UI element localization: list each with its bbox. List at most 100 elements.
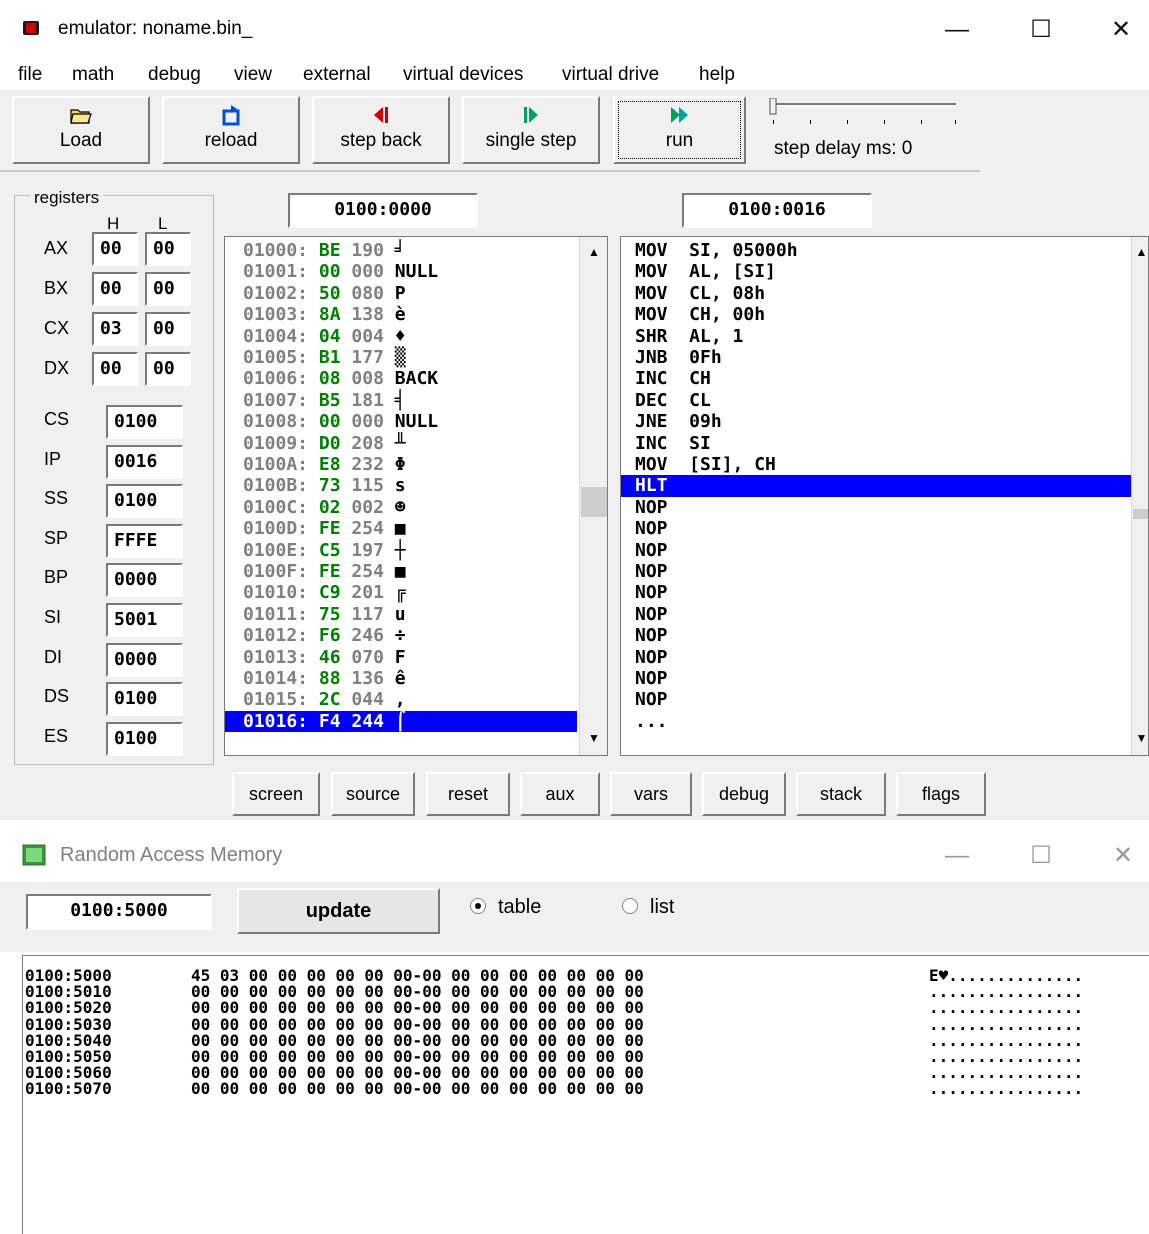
single-step-button[interactable]: single step (462, 96, 600, 164)
menu-view[interactable]: view (234, 64, 272, 86)
disassembly-scrollbar[interactable]: ▲ ▼ (1131, 237, 1148, 755)
register-ax-low[interactable]: 00 (145, 232, 191, 266)
disassembly-row[interactable]: JNB 0Fh (621, 347, 1131, 368)
memory-row[interactable]: 0100C: 02 002 ☻ (225, 497, 577, 518)
disassembly-row[interactable]: NOP (621, 668, 1131, 689)
memory-row[interactable]: 01008: 00 000 NULL (225, 411, 577, 432)
menu-file[interactable]: file (18, 64, 42, 86)
reload-button[interactable]: reload (162, 96, 300, 164)
table-radio[interactable]: table (470, 896, 541, 919)
menu-debug[interactable]: debug (148, 64, 201, 86)
disassembly-row[interactable]: DEC CL (621, 390, 1131, 411)
disassembly-row[interactable]: SHR AL, 1 (621, 326, 1131, 347)
memory-row[interactable]: 0100A: E8 232 Φ (225, 454, 577, 475)
disassembly-row[interactable]: INC SI (621, 433, 1131, 454)
disassembly-row[interactable]: HLT (621, 475, 1131, 497)
memory-row[interactable]: 01005: B1 177 ▒ (225, 347, 577, 368)
memory-list[interactable]: 01000: BE 190 ╛ 01001: 00 000 NULL 01002: … (224, 236, 608, 756)
disassembly-row[interactable]: MOV CH, 00h (621, 304, 1131, 325)
register-es-value[interactable]: 0100 (106, 721, 183, 756)
memory-row[interactable]: 01000: BE 190 ╛ (225, 240, 577, 261)
update-button[interactable]: update (237, 888, 440, 934)
maximize-button[interactable]: ☐ (1018, 10, 1064, 50)
memory-row[interactable]: 01013: 46 070 F (225, 647, 577, 668)
memory-row[interactable]: 0100B: 73 115 s (225, 475, 577, 496)
run-button[interactable]: run (613, 96, 746, 164)
ram-minimize-button[interactable]: — (934, 836, 980, 876)
menu-virtual-drive[interactable]: virtual drive (562, 64, 659, 86)
screen-button[interactable]: screen (232, 772, 320, 816)
stack-button[interactable]: stack (796, 772, 886, 816)
ram-close-button[interactable]: ✕ (1100, 836, 1146, 876)
register-cx-low[interactable]: 00 (145, 312, 191, 346)
close-button[interactable]: ✕ (1098, 10, 1144, 50)
memory-row[interactable]: 01011: 75 117 u (225, 604, 577, 625)
ram-maximize-button[interactable]: ☐ (1018, 836, 1064, 876)
load-button[interactable]: Load (12, 96, 150, 164)
register-di-value[interactable]: 0000 (106, 642, 183, 677)
register-cs-value[interactable]: 0100 (106, 405, 183, 439)
scroll-down-arrow-icon[interactable]: ▼ (580, 727, 607, 749)
disassembly-row[interactable]: NOP (621, 582, 1131, 603)
memory-row[interactable]: 01002: 50 080 P (225, 283, 577, 304)
disassembly-row[interactable]: MOV CL, 08h (621, 283, 1131, 304)
memory-row[interactable]: 01014: 88 136 ê (225, 668, 577, 689)
memory-list-scrollbar[interactable]: ▲ ▼ (579, 237, 607, 755)
vars-button[interactable]: vars (610, 772, 692, 816)
register-ds-value[interactable]: 0100 (106, 682, 183, 717)
disassembly-row[interactable]: NOP (621, 647, 1131, 668)
memory-row[interactable]: 0100D: FE 254 ■ (225, 518, 577, 539)
register-dx-high[interactable]: 00 (92, 352, 138, 386)
disassembly-row[interactable]: NOP (621, 497, 1131, 518)
ram-dump-view[interactable]: 0100:5000 45 03 00 00 00 00 00 00-00 00 0… (22, 955, 1149, 1234)
register-sp-value[interactable]: FFFE (106, 523, 183, 558)
memory-row[interactable]: 01010: C9 201 ╔ (225, 582, 577, 603)
register-bp-value[interactable]: 0000 (106, 563, 183, 598)
memory-row[interactable]: 01004: 04 004 ♦ (225, 326, 577, 347)
disassembly-row[interactable]: INC CH (621, 368, 1131, 389)
register-cx-high[interactable]: 03 (92, 312, 138, 346)
scroll-thumb[interactable] (1133, 509, 1148, 519)
disassembly-list[interactable]: MOV SI, 05000h MOV AL, [SI] MOV CL, 08h MOV… (620, 236, 1149, 756)
disasm-address-field[interactable]: 0100:0016 (682, 193, 872, 228)
disassembly-row[interactable]: NOP (621, 518, 1131, 539)
ram-address-field[interactable]: 0100:5000 (26, 894, 212, 930)
register-bx-high[interactable]: 00 (92, 272, 138, 306)
scroll-up-arrow-icon[interactable]: ▲ (580, 241, 607, 263)
register-si-value[interactable]: 5001 (106, 603, 183, 637)
source-button[interactable]: source (331, 772, 415, 816)
disassembly-row[interactable]: NOP (621, 561, 1131, 582)
memory-row[interactable]: 01012: F6 246 ÷ (225, 625, 577, 646)
disassembly-row[interactable]: NOP (621, 540, 1131, 561)
disassembly-row[interactable]: ... (621, 711, 1131, 732)
step-delay-slider[interactable] (766, 98, 962, 128)
menu-virtual-devices[interactable]: virtual devices (403, 64, 523, 86)
disassembly-row[interactable]: MOV [SI], CH (621, 454, 1131, 475)
menu-external[interactable]: external (303, 64, 371, 86)
memory-row[interactable]: 01009: D0 208 ╨ (225, 433, 577, 454)
flags-button[interactable]: flags (896, 772, 986, 816)
disassembly-row[interactable]: MOV SI, 05000h (621, 240, 1131, 261)
menu-help[interactable]: help (699, 64, 735, 86)
register-ip-value[interactable]: 0016 (106, 444, 183, 479)
memory-address-field[interactable]: 0100:0000 (288, 193, 478, 228)
reset-button[interactable]: reset (426, 772, 510, 816)
minimize-button[interactable]: — (934, 10, 980, 50)
register-bx-low[interactable]: 00 (145, 272, 191, 306)
disassembly-row[interactable]: NOP (621, 625, 1131, 646)
memory-row[interactable]: 01001: 00 000 NULL (225, 261, 577, 282)
debug-button[interactable]: debug (702, 772, 786, 816)
register-dx-low[interactable]: 00 (145, 352, 191, 386)
scroll-up-arrow-icon[interactable]: ▲ (1132, 241, 1148, 263)
scroll-thumb[interactable] (581, 487, 607, 517)
memory-row[interactable]: 01003: 8A 138 è (225, 304, 577, 325)
memory-row[interactable]: 01016: F4 244 ⌠ (225, 710, 577, 733)
register-ss-value[interactable]: 0100 (106, 484, 183, 519)
memory-row[interactable]: 01015: 2C 044 , (225, 689, 577, 710)
aux-button[interactable]: aux (520, 772, 600, 816)
register-ax-high[interactable]: 00 (92, 232, 138, 266)
memory-row[interactable]: 01006: 08 008 BACK (225, 368, 577, 389)
menu-math[interactable]: math (72, 64, 114, 86)
disassembly-row[interactable]: NOP (621, 604, 1131, 625)
step-back-button[interactable]: step back (312, 96, 450, 164)
